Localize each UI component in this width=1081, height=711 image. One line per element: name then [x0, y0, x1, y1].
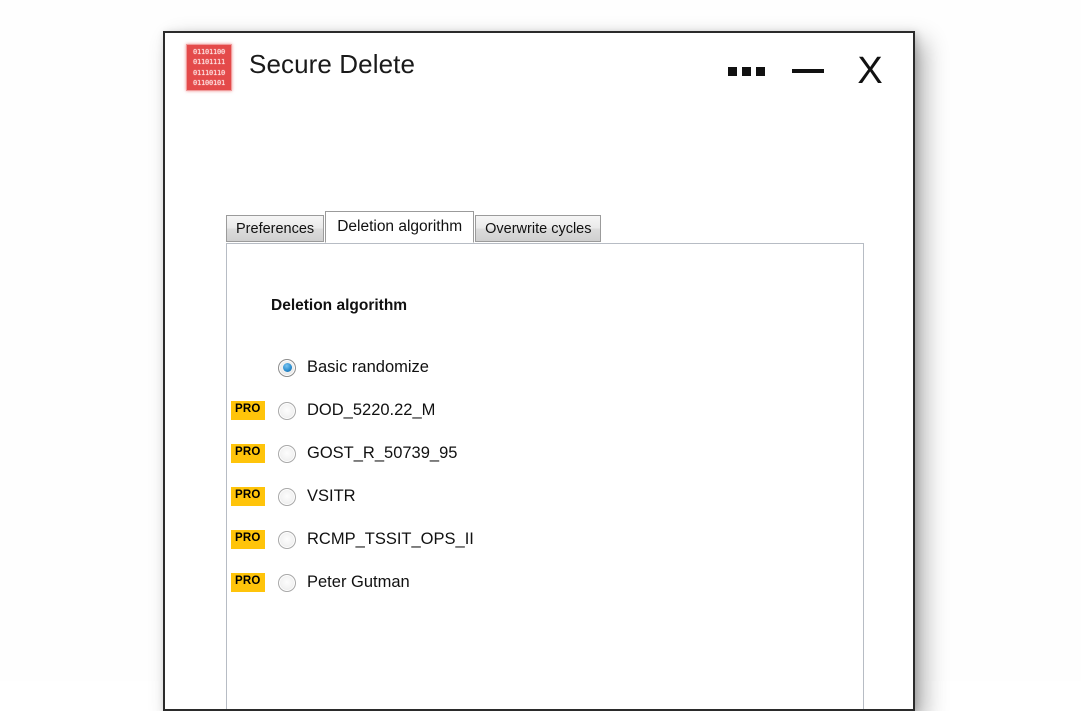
- algorithm-option-dod-5220-22-m[interactable]: PRO DOD_5220.22_M: [226, 389, 865, 432]
- pro-badge: PRO: [231, 401, 265, 420]
- close-icon: X: [857, 50, 883, 92]
- tab-overwrite-cycles-label: Overwrite cycles: [485, 220, 592, 237]
- pro-badge: PRO: [231, 444, 265, 463]
- algorithm-label: GOST_R_50739_95: [307, 444, 458, 462]
- menu-dots-icon: [727, 66, 765, 76]
- tab-preferences[interactable]: Preferences: [226, 215, 325, 242]
- algorithm-option-gost-r-50739-95[interactable]: PRO GOST_R_50739_95: [226, 432, 865, 475]
- radio-basic-randomize[interactable]: [278, 358, 296, 377]
- desktop-background: 01101100 01101111 01110110 01100101 Secu…: [0, 0, 1081, 711]
- pro-slot: PRO: [226, 401, 277, 420]
- tab-preferences-label: Preferences: [236, 220, 315, 237]
- algorithm-option-basic-randomize[interactable]: Basic randomize: [226, 346, 865, 389]
- minimize-icon: [792, 69, 824, 73]
- deletion-algorithm-panel: Deletion algorithm Basic randomize PRO D…: [226, 243, 865, 709]
- secure-delete-window: 01101100 01101111 01110110 01100101 Secu…: [163, 31, 915, 711]
- tab-area: Preferences Deletion algorithm Overwrite…: [165, 181, 913, 709]
- close-button[interactable]: X: [839, 43, 901, 99]
- pro-slot: PRO: [226, 487, 277, 506]
- algorithm-label: DOD_5220.22_M: [307, 401, 436, 419]
- algorithm-label: RCMP_TSSIT_OPS_II: [307, 530, 474, 548]
- tab-overwrite-cycles[interactable]: Overwrite cycles: [475, 215, 602, 242]
- algorithm-label: VSITR: [307, 487, 356, 505]
- panel-heading: Deletion algorithm: [271, 297, 408, 314]
- algorithm-label: Peter Gutman: [307, 573, 410, 591]
- algorithm-option-rcmp-tssit-ops-ii[interactable]: PRO RCMP_TSSIT_OPS_II: [226, 518, 865, 561]
- pro-badge: PRO: [231, 487, 265, 506]
- algorithm-radio-group: Basic randomize PRO DOD_5220.22_M PRO GO…: [226, 346, 865, 604]
- pro-badge: PRO: [231, 573, 265, 592]
- icon-binary-row-2: 01101111: [192, 58, 226, 67]
- pro-slot: PRO: [226, 573, 277, 592]
- icon-binary-row-4: 01100101: [192, 79, 226, 88]
- minimize-button[interactable]: [777, 43, 839, 99]
- pro-badge: PRO: [231, 530, 265, 549]
- tab-strip: Preferences Deletion algorithm Overwrite…: [226, 211, 602, 243]
- icon-binary-row-1: 01101100: [192, 47, 226, 56]
- algorithm-option-peter-gutman[interactable]: PRO Peter Gutman: [226, 561, 865, 604]
- icon-binary-row-3: 01110110: [192, 68, 226, 77]
- algorithm-option-vsitr[interactable]: PRO VSITR: [226, 475, 865, 518]
- radio-rcmp-tssit-ops-ii[interactable]: [278, 530, 296, 549]
- title-bar: 01101100 01101111 01110110 01100101 Secu…: [165, 33, 913, 115]
- radio-dod-5220-22-m[interactable]: [278, 401, 296, 420]
- window-title: Secure Delete: [249, 49, 416, 79]
- tab-deletion-algorithm[interactable]: Deletion algorithm: [325, 211, 475, 243]
- radio-peter-gutman[interactable]: [278, 573, 296, 592]
- tab-deletion-algorithm-label: Deletion algorithm: [337, 218, 463, 235]
- radio-gost-r-50739-95[interactable]: [278, 444, 296, 463]
- pro-slot: PRO: [226, 444, 277, 463]
- radio-vsitr[interactable]: [278, 487, 296, 506]
- window-controls: X: [715, 43, 901, 99]
- menu-button[interactable]: [715, 43, 777, 99]
- binary-app-icon: 01101100 01101111 01110110 01100101: [186, 44, 232, 91]
- algorithm-label: Basic randomize: [307, 358, 429, 376]
- pro-slot: PRO: [226, 530, 277, 549]
